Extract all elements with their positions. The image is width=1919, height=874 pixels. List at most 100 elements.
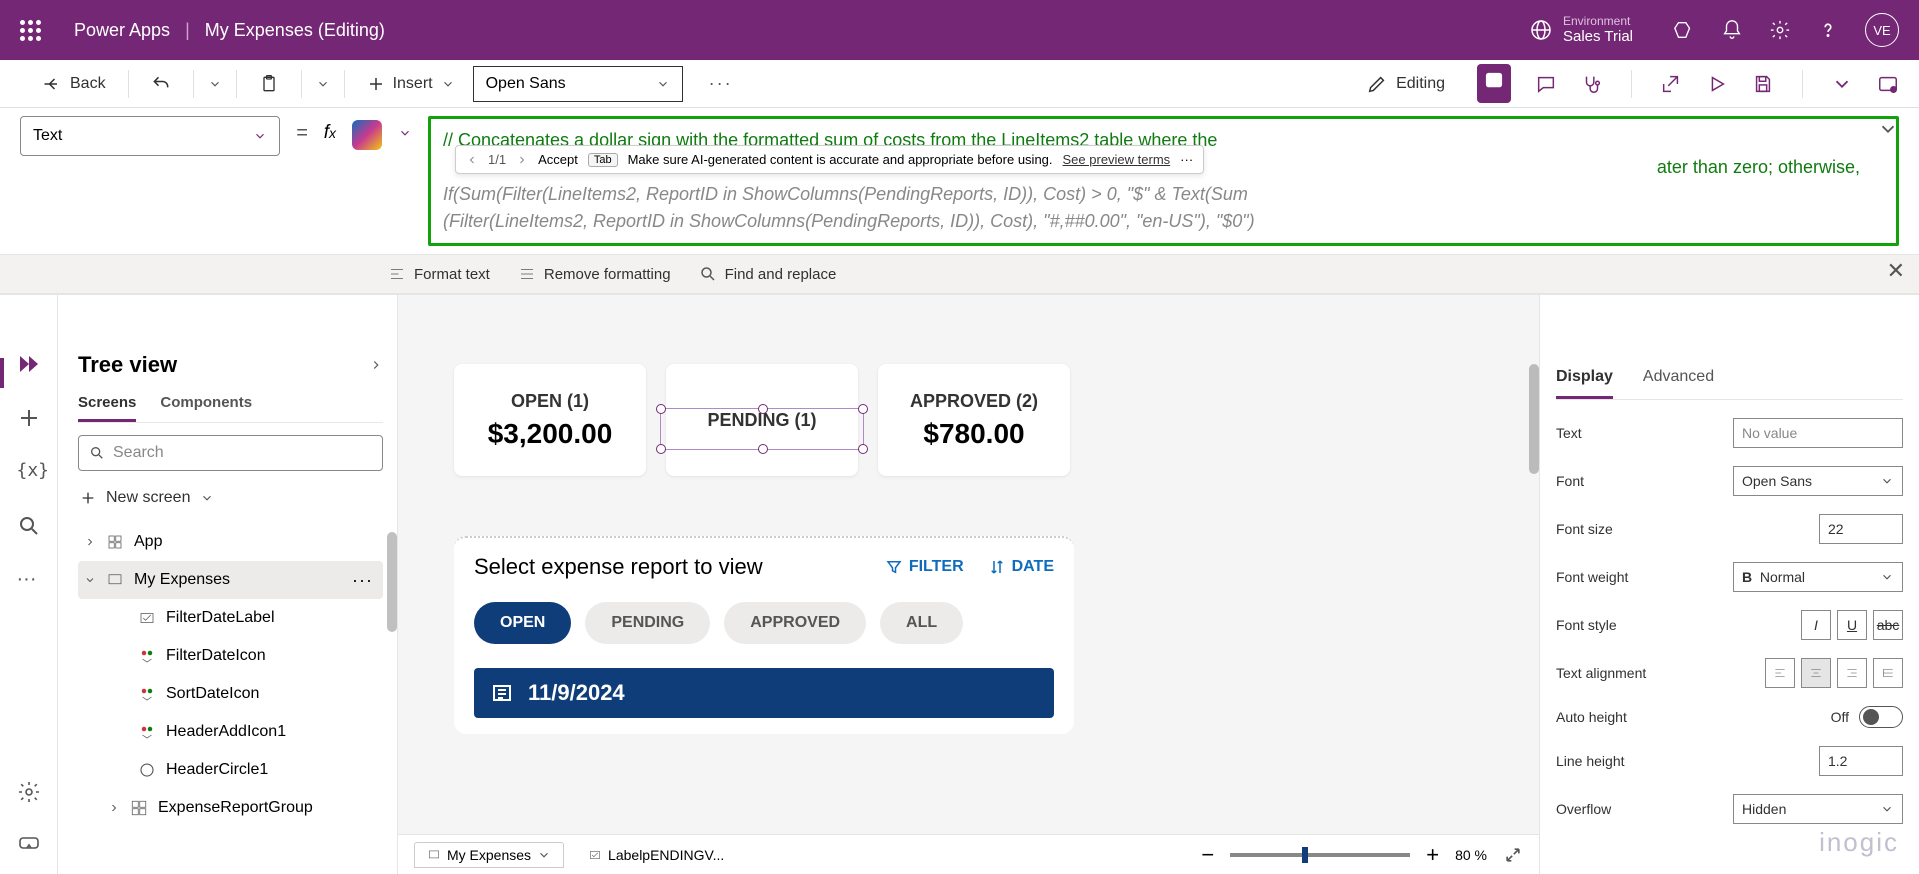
tab-advanced[interactable]: Advanced <box>1643 362 1714 399</box>
chevron-down-icon <box>537 848 551 862</box>
item-menu[interactable]: ··· <box>352 570 373 591</box>
pill-pending[interactable]: PENDING <box>585 602 710 644</box>
fontsize-input[interactable]: 22 <box>1819 514 1903 544</box>
chevron-down-icon[interactable] <box>208 77 222 91</box>
copilot-button[interactable] <box>352 120 382 150</box>
font-dropdown[interactable]: Open Sans <box>1733 466 1903 496</box>
lineheight-input[interactable]: 1.2 <box>1819 746 1903 776</box>
scrollbar[interactable] <box>387 532 397 632</box>
tab-display[interactable]: Display <box>1556 362 1613 399</box>
tree-item-screen[interactable]: My Expenses ··· <box>78 561 383 599</box>
report-date-row[interactable]: 11/9/2024 <box>474 668 1054 718</box>
format-text-button[interactable]: Format text <box>388 265 490 283</box>
remove-format-icon <box>518 265 536 283</box>
chevron-down-icon[interactable] <box>1831 73 1853 95</box>
close-button[interactable]: ✕ <box>1887 258 1905 284</box>
remove-formatting-button[interactable]: Remove formatting <box>518 265 671 283</box>
tree-search[interactable]: Search <box>78 435 383 471</box>
save-icon[interactable] <box>1752 73 1774 95</box>
arrow-left-icon <box>42 74 62 94</box>
date-sort-button[interactable]: DATE <box>988 558 1054 576</box>
icon-icon <box>138 685 156 703</box>
vr-icon[interactable] <box>17 830 41 854</box>
screen-icon <box>106 571 124 589</box>
zoom-slider[interactable] <box>1230 853 1410 857</box>
bell-icon[interactable] <box>1721 19 1743 41</box>
more-options[interactable]: ··· <box>709 73 733 94</box>
publish-icon[interactable] <box>1877 73 1899 95</box>
chevron-left-icon[interactable] <box>466 154 478 166</box>
tree-item[interactable]: FilterDateIcon <box>78 637 383 675</box>
paste-button[interactable] <box>251 70 287 98</box>
text-input[interactable]: No value <box>1733 418 1903 448</box>
pill-approved[interactable]: APPROVED <box>724 602 866 644</box>
copilot-icon[interactable] <box>1673 19 1695 41</box>
gear-icon[interactable] <box>17 780 41 804</box>
app-launcher[interactable] <box>10 10 50 50</box>
environment-picker[interactable]: Environment Sales Trial <box>1529 14 1633 46</box>
chevron-right-icon[interactable] <box>516 154 528 166</box>
gear-icon[interactable] <box>1769 19 1791 41</box>
align-left-button[interactable] <box>1765 658 1795 688</box>
chevron-right-icon[interactable] <box>369 358 383 372</box>
tab-screens[interactable]: Screens <box>78 386 136 422</box>
find-replace-button[interactable]: Find and replace <box>699 265 837 283</box>
autoheight-toggle[interactable] <box>1859 706 1903 728</box>
back-button[interactable]: Back <box>34 70 114 98</box>
chevron-down-icon[interactable] <box>1877 118 1899 140</box>
filter-button[interactable]: FILTER <box>885 558 964 576</box>
fit-icon[interactable] <box>1503 845 1523 865</box>
pill-all[interactable]: ALL <box>880 602 963 644</box>
new-screen-button[interactable]: New screen <box>78 483 383 513</box>
stethoscope-icon[interactable] <box>1581 73 1603 95</box>
screen-tab[interactable]: My Expenses <box>414 842 564 868</box>
preview-terms-link[interactable]: See preview terms <box>1063 152 1171 167</box>
chevron-down-icon[interactable] <box>316 77 330 91</box>
tree-item-app[interactable]: App <box>78 523 383 561</box>
tree-item[interactable]: ExpenseReportGroup <box>78 789 383 827</box>
overflow-dropdown[interactable]: Hidden <box>1733 794 1903 824</box>
italic-button[interactable]: I <box>1801 610 1831 640</box>
chevron-down-icon <box>656 77 670 91</box>
property-dropdown[interactable]: Text <box>20 116 280 156</box>
tree-item[interactable]: SortDateIcon <box>78 675 383 713</box>
zoom-in[interactable]: + <box>1426 842 1439 868</box>
chat-icon[interactable] <box>1535 73 1557 95</box>
copilot-suggestion-tip: 1/1 Accept Tab Make sure AI-generated co… <box>455 145 1204 174</box>
formula-editor[interactable]: // Concatenates a dollar sign with the f… <box>428 116 1899 246</box>
watermark: inogic <box>1819 827 1899 858</box>
underline-button[interactable]: U <box>1837 610 1867 640</box>
tab-components[interactable]: Components <box>160 386 252 422</box>
insert-button[interactable]: Insert <box>359 71 463 97</box>
tree-item[interactable]: FilterDateLabel <box>78 599 383 637</box>
more-icon[interactable]: ··· <box>17 568 41 592</box>
search-icon[interactable] <box>17 514 41 538</box>
fontweight-dropdown[interactable]: B Normal <box>1733 562 1903 592</box>
share-icon[interactable] <box>1660 73 1682 95</box>
app-icon <box>106 533 124 551</box>
summary-card-pending[interactable]: PENDING (1) <box>666 364 858 476</box>
editing-mode[interactable]: Editing <box>1358 69 1453 99</box>
summary-card-approved[interactable]: APPROVED (2) $780.00 <box>878 364 1070 476</box>
zoom-out[interactable]: − <box>1201 842 1214 868</box>
comments-button[interactable] <box>1477 64 1511 103</box>
align-center-button[interactable] <box>1801 658 1831 688</box>
tree-item[interactable]: HeaderCircle1 <box>78 751 383 789</box>
breadcrumb-control[interactable]: LabelpENDINGV... <box>588 847 724 863</box>
avatar[interactable]: VE <box>1865 13 1899 47</box>
undo-button[interactable] <box>143 70 179 98</box>
play-icon[interactable] <box>1706 73 1728 95</box>
tree-view-icon[interactable] <box>17 352 41 376</box>
variables-icon[interactable]: {x} <box>17 460 41 484</box>
align-justify-button[interactable] <box>1873 658 1903 688</box>
font-dropdown[interactable]: Open Sans <box>473 66 683 102</box>
help-icon[interactable] <box>1817 19 1839 41</box>
pill-open[interactable]: OPEN <box>474 602 571 644</box>
align-right-button[interactable] <box>1837 658 1867 688</box>
tree-item[interactable]: HeaderAddIcon1 <box>78 713 383 751</box>
summary-card-open[interactable]: OPEN (1) $3,200.00 <box>454 364 646 476</box>
chevron-down-icon[interactable] <box>398 126 412 140</box>
scrollbar[interactable] <box>1529 364 1539 474</box>
plus-icon[interactable] <box>17 406 41 430</box>
strike-button[interactable]: abc <box>1873 610 1903 640</box>
